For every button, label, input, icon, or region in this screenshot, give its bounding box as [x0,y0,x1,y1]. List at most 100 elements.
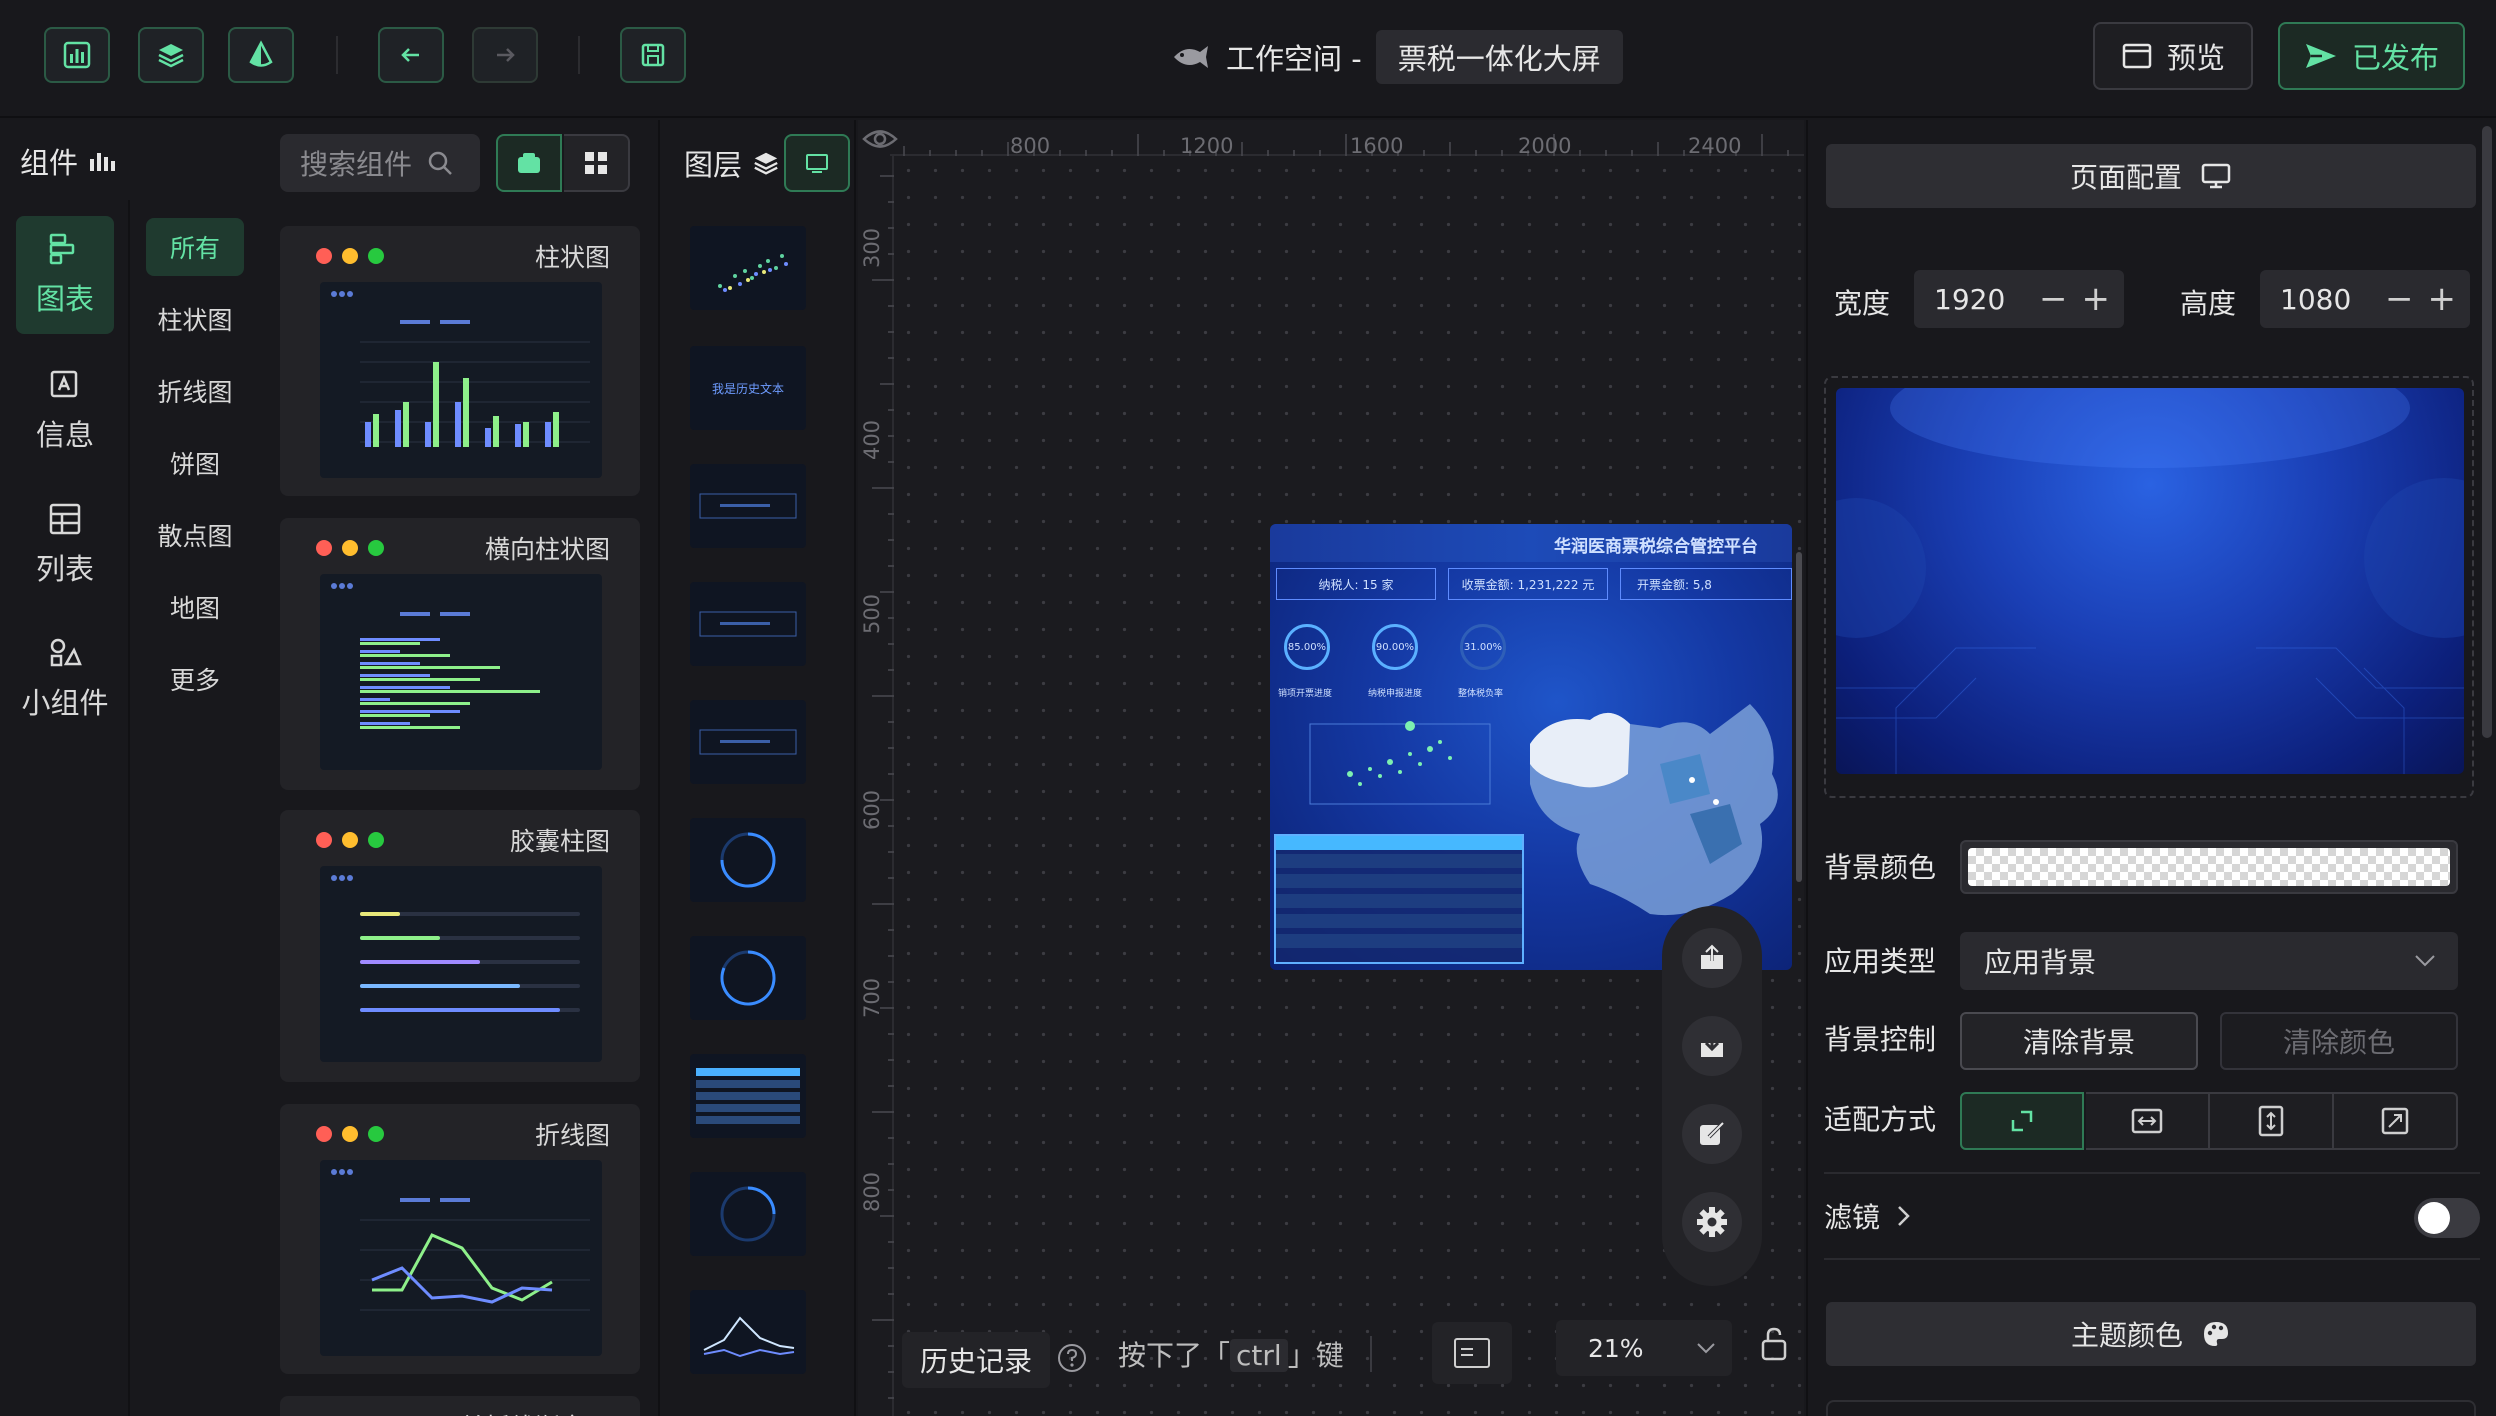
hint-text-after: 」键 [1287,1339,1344,1372]
minus-icon[interactable]: − [2039,279,2068,319]
zoom-select[interactable]: 21% [1556,1320,1732,1376]
monitor-icon [806,154,828,173]
hint-text-before: 按下了「 [1118,1339,1231,1372]
fit-mode-full[interactable] [2334,1092,2458,1150]
subcategory-more[interactable]: 更多 [146,650,244,708]
preview-button[interactable]: 预览 [2093,22,2253,90]
gauge-1: 85.00% [1284,624,1330,670]
card-title: 柱状图 [534,243,610,272]
component-card-capsule-bar[interactable]: 胶囊柱图 [280,810,640,1082]
single-view-toggle[interactable] [496,134,562,192]
next-section-edge [1826,1400,2476,1416]
category-info[interactable]: 信息 [16,352,114,470]
toolbar-divider [336,36,338,74]
import-button[interactable] [1682,1016,1742,1076]
height-input[interactable]: 1080 − + [2260,270,2470,328]
preview-label: 预览 [2166,41,2225,75]
plus-icon[interactable]: + [2082,279,2111,319]
subcategory-scatter[interactable]: 散点图 [146,506,244,564]
grid-icon [585,152,607,174]
ruler-tick-label: 2400 [1688,134,1742,158]
fit-width-icon [2131,1108,2163,1134]
minimap-button[interactable] [1432,1322,1512,1384]
component-card-bar[interactable]: 柱状图 [280,226,640,496]
layer-item-gauge-1[interactable] [690,818,806,902]
background-image-preview [1836,388,2464,774]
ruler-tick-label: 2000 [1518,134,1572,158]
export-button[interactable] [1682,928,1742,988]
ruler-tick-label: 1600 [1350,134,1404,158]
layer-item-border-1[interactable] [690,464,806,548]
background-color-picker[interactable] [1960,840,2458,894]
subcategory-all[interactable]: 所有 [146,218,244,276]
app-type-select[interactable]: 应用背景 [1960,932,2458,990]
dashboard-preview[interactable]: 华润医商票税综合管控平台 纳税人: 15 家 收票金额: 1,231,222 元… [1270,524,1792,970]
fit-mode-auto[interactable] [1960,1092,2084,1150]
settings-button[interactable] [1682,1192,1742,1252]
gauge-1-label: 销项开票进度 [1278,689,1333,699]
ruler-tick-label: 300 [860,227,885,269]
page-config-tab[interactable]: 页面配置 [1826,144,2476,208]
ruler-vertical: 300 400 500 600 700 800 [858,156,894,1416]
subcategory-pie[interactable]: 饼图 [146,434,244,492]
subcategory-line[interactable]: 折线图 [146,362,244,420]
fit-mode-height[interactable] [2210,1092,2334,1150]
widget-icon [50,638,82,667]
redo-button[interactable] [472,27,538,83]
eye-icon[interactable] [862,126,898,152]
save-button[interactable] [620,27,686,83]
config-scrollbar[interactable] [2482,126,2492,738]
category-list[interactable]: 列表 [16,486,114,604]
category-chart[interactable]: 图表 [16,216,114,334]
filter-switch[interactable] [2414,1198,2480,1238]
layer-item-text[interactable]: 我是历史文本 [690,346,806,430]
chart-panel-toggle[interactable] [44,27,110,83]
component-card-horizontal-bar[interactable]: 横向柱状图 [280,518,640,790]
canvas-scrollbar[interactable] [1796,552,1802,882]
width-value: 1920 [1934,282,2006,316]
send-icon [2305,44,2336,68]
component-card-single-line-gradient[interactable]: 单折线渐变图 [280,1396,640,1416]
history-button[interactable]: 历史记录 [902,1332,1051,1388]
details-panel-toggle[interactable] [228,27,294,83]
layer-item-table[interactable] [690,1054,806,1138]
layer-item-scatter[interactable] [690,226,806,310]
subcategory-map[interactable]: 地图 [146,578,244,636]
width-input[interactable]: 1920 − + [1914,270,2124,328]
theme-color-tab[interactable]: 主题颜色 [1826,1302,2476,1366]
filter-toggle-row[interactable]: 滤镜 [1824,1196,1912,1236]
component-card-line[interactable]: 折线图 [280,1104,640,1374]
subcategory-bar[interactable]: 柱状图 [146,290,244,348]
ruler-tick-label: 600 [860,789,885,831]
layer-item-border-3[interactable] [690,700,806,784]
table-icon [49,503,81,535]
layer-item-border-2[interactable] [690,582,806,666]
layer-item-gauge-3[interactable] [690,1172,806,1256]
save-icon [641,43,665,67]
fit-mode-width[interactable] [2086,1092,2210,1150]
undo-button[interactable] [378,27,444,83]
help-icon[interactable] [1056,1342,1088,1374]
layer-item-line[interactable] [690,1290,806,1374]
layers-panel-toggle[interactable] [138,27,204,83]
publish-button[interactable]: 已发布 [2278,22,2465,90]
lock-icon[interactable] [1760,1326,1788,1362]
edit-button[interactable] [1682,1104,1742,1164]
transparent-swatch [1968,848,2450,886]
layer-item-gauge-2[interactable] [690,936,806,1020]
gauge-3-label: 整体税负率 [1458,689,1504,699]
chevron-down-icon [2415,955,2435,967]
project-name[interactable]: 票税一体化大屏 [1375,30,1623,84]
clear-color-button[interactable]: 清除颜色 [2220,1012,2458,1070]
category-widget[interactable]: 小组件 [16,620,114,738]
background-control-label: 背景控制 [1824,1023,1937,1056]
grid-view-toggle[interactable] [564,134,630,192]
category-chart-label: 图表 [35,282,94,316]
plus-icon[interactable]: + [2428,279,2457,319]
clear-background-button[interactable]: 清除背景 [1960,1012,2198,1070]
chevron-down-icon [1697,1343,1715,1354]
minus-icon[interactable]: − [2385,279,2414,319]
layer-thumbnail-toggle[interactable] [784,134,850,192]
stat-received-amount: 收票金额: 1,231,222 元 [1448,568,1608,600]
search-input[interactable]: 搜索组件 [280,134,480,192]
